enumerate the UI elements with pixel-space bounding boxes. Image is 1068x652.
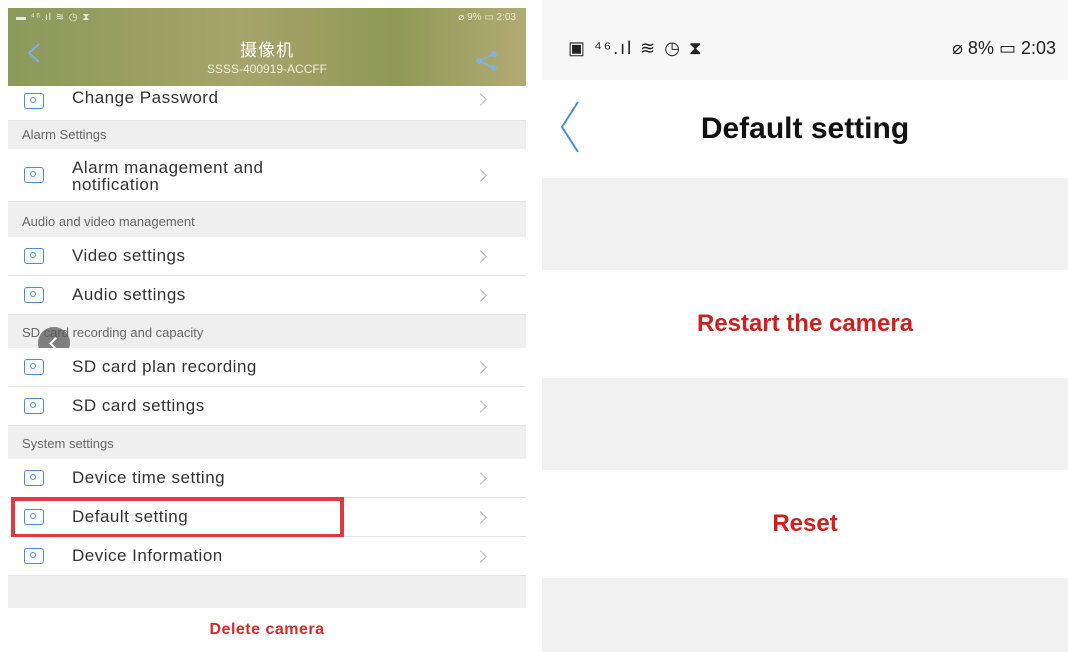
video-icon (24, 248, 44, 264)
camera-id: SSSS-400919-ACCFF (206, 62, 328, 76)
clock-icon (24, 470, 44, 486)
sd-plan-recording-row[interactable]: SD card plan recording (8, 348, 526, 387)
audio-settings-row[interactable]: Audio settings (8, 276, 526, 315)
status-icons: ▣ ⁴⁶.ıl ≋ ◷ ⧗ (568, 38, 704, 58)
status-icons: ▬ ⁴⁶.ıl ≋ ◷ ⧗ (16, 12, 91, 23)
lock-icon (24, 93, 44, 109)
sd-card-settings-row[interactable]: SD card settings (8, 387, 526, 426)
chevron-right-icon (474, 472, 487, 485)
page-title: Default setting (700, 112, 910, 145)
section-sd-card: SD card recording and capacity (22, 325, 204, 340)
section-alarm: Alarm Settings (22, 127, 107, 142)
sd-plan-label: SD card plan recording (72, 357, 257, 376)
change-password-row[interactable]: Change Password (8, 86, 526, 121)
page-title: 摄像机 (240, 41, 294, 60)
device-time-row[interactable]: Device time setting (8, 459, 526, 498)
reset-button[interactable]: Reset (542, 470, 1068, 578)
alarm-label-line1: Alarm management and (72, 158, 264, 177)
chevron-right-icon (474, 511, 487, 524)
chevron-right-icon (474, 289, 487, 302)
status-bar: ▣ ⁴⁶.ıl ≋ ◷ ⧗ ⌀ 8% ▭ 2:03 (542, 0, 1068, 80)
chevron-right-icon (474, 169, 487, 182)
chevron-right-icon (474, 361, 487, 374)
restart-camera-button[interactable]: Restart the camera (542, 270, 1068, 378)
section-audio-video: Audio and video management (22, 214, 195, 229)
status-bar: ▬ ⁴⁶.ıl ≋ ◷ ⧗ ⌀ 9% ▭ 2:03 (8, 8, 526, 28)
status-right: ⌀ 9% ▭ 2:03 (458, 12, 516, 23)
audio-settings-label: Audio settings (72, 285, 186, 304)
camera-header: ▬ ⁴⁶.ıl ≋ ◷ ⧗ ⌀ 9% ▭ 2:03 摄像机 SSSS-40091… (8, 8, 526, 86)
chevron-right-icon (474, 250, 487, 263)
alarm-management-row[interactable]: Alarm management and notification (8, 149, 526, 202)
chevron-right-icon (474, 550, 487, 563)
sd-settings-label: SD card settings (72, 396, 205, 415)
share-icon[interactable] (474, 50, 500, 72)
right-screen: ▣ ⁴⁶.ıl ≋ ◷ ⧗ ⌀ 8% ▭ 2:03 Default settin… (542, 0, 1068, 652)
alarm-eye-icon (24, 167, 44, 183)
alarm-label-line2: notification (72, 175, 160, 194)
section-system: System settings (22, 436, 114, 451)
chevron-right-icon (474, 93, 487, 106)
highlight-box (11, 497, 344, 538)
video-settings-label: Video settings (72, 246, 186, 265)
video-settings-row[interactable]: Video settings (8, 237, 526, 276)
info-icon (24, 548, 44, 564)
status-right: ⌀ 8% ▭ 2:03 (952, 38, 1056, 58)
device-info-label: Device Information (72, 546, 223, 565)
speaker-icon (24, 287, 44, 303)
change-password-label: Change Password (72, 88, 219, 107)
device-time-label: Device time setting (72, 468, 226, 487)
sd-card-icon (24, 398, 44, 414)
delete-camera-button[interactable]: Delete camera (8, 608, 526, 652)
chevron-right-icon (474, 400, 487, 413)
left-screen: ▬ ⁴⁶.ıl ≋ ◷ ⧗ ⌀ 9% ▭ 2:03 摄像机 SSSS-40091… (8, 8, 526, 652)
device-information-row[interactable]: Device Information (8, 537, 526, 576)
recorder-icon (24, 359, 44, 375)
